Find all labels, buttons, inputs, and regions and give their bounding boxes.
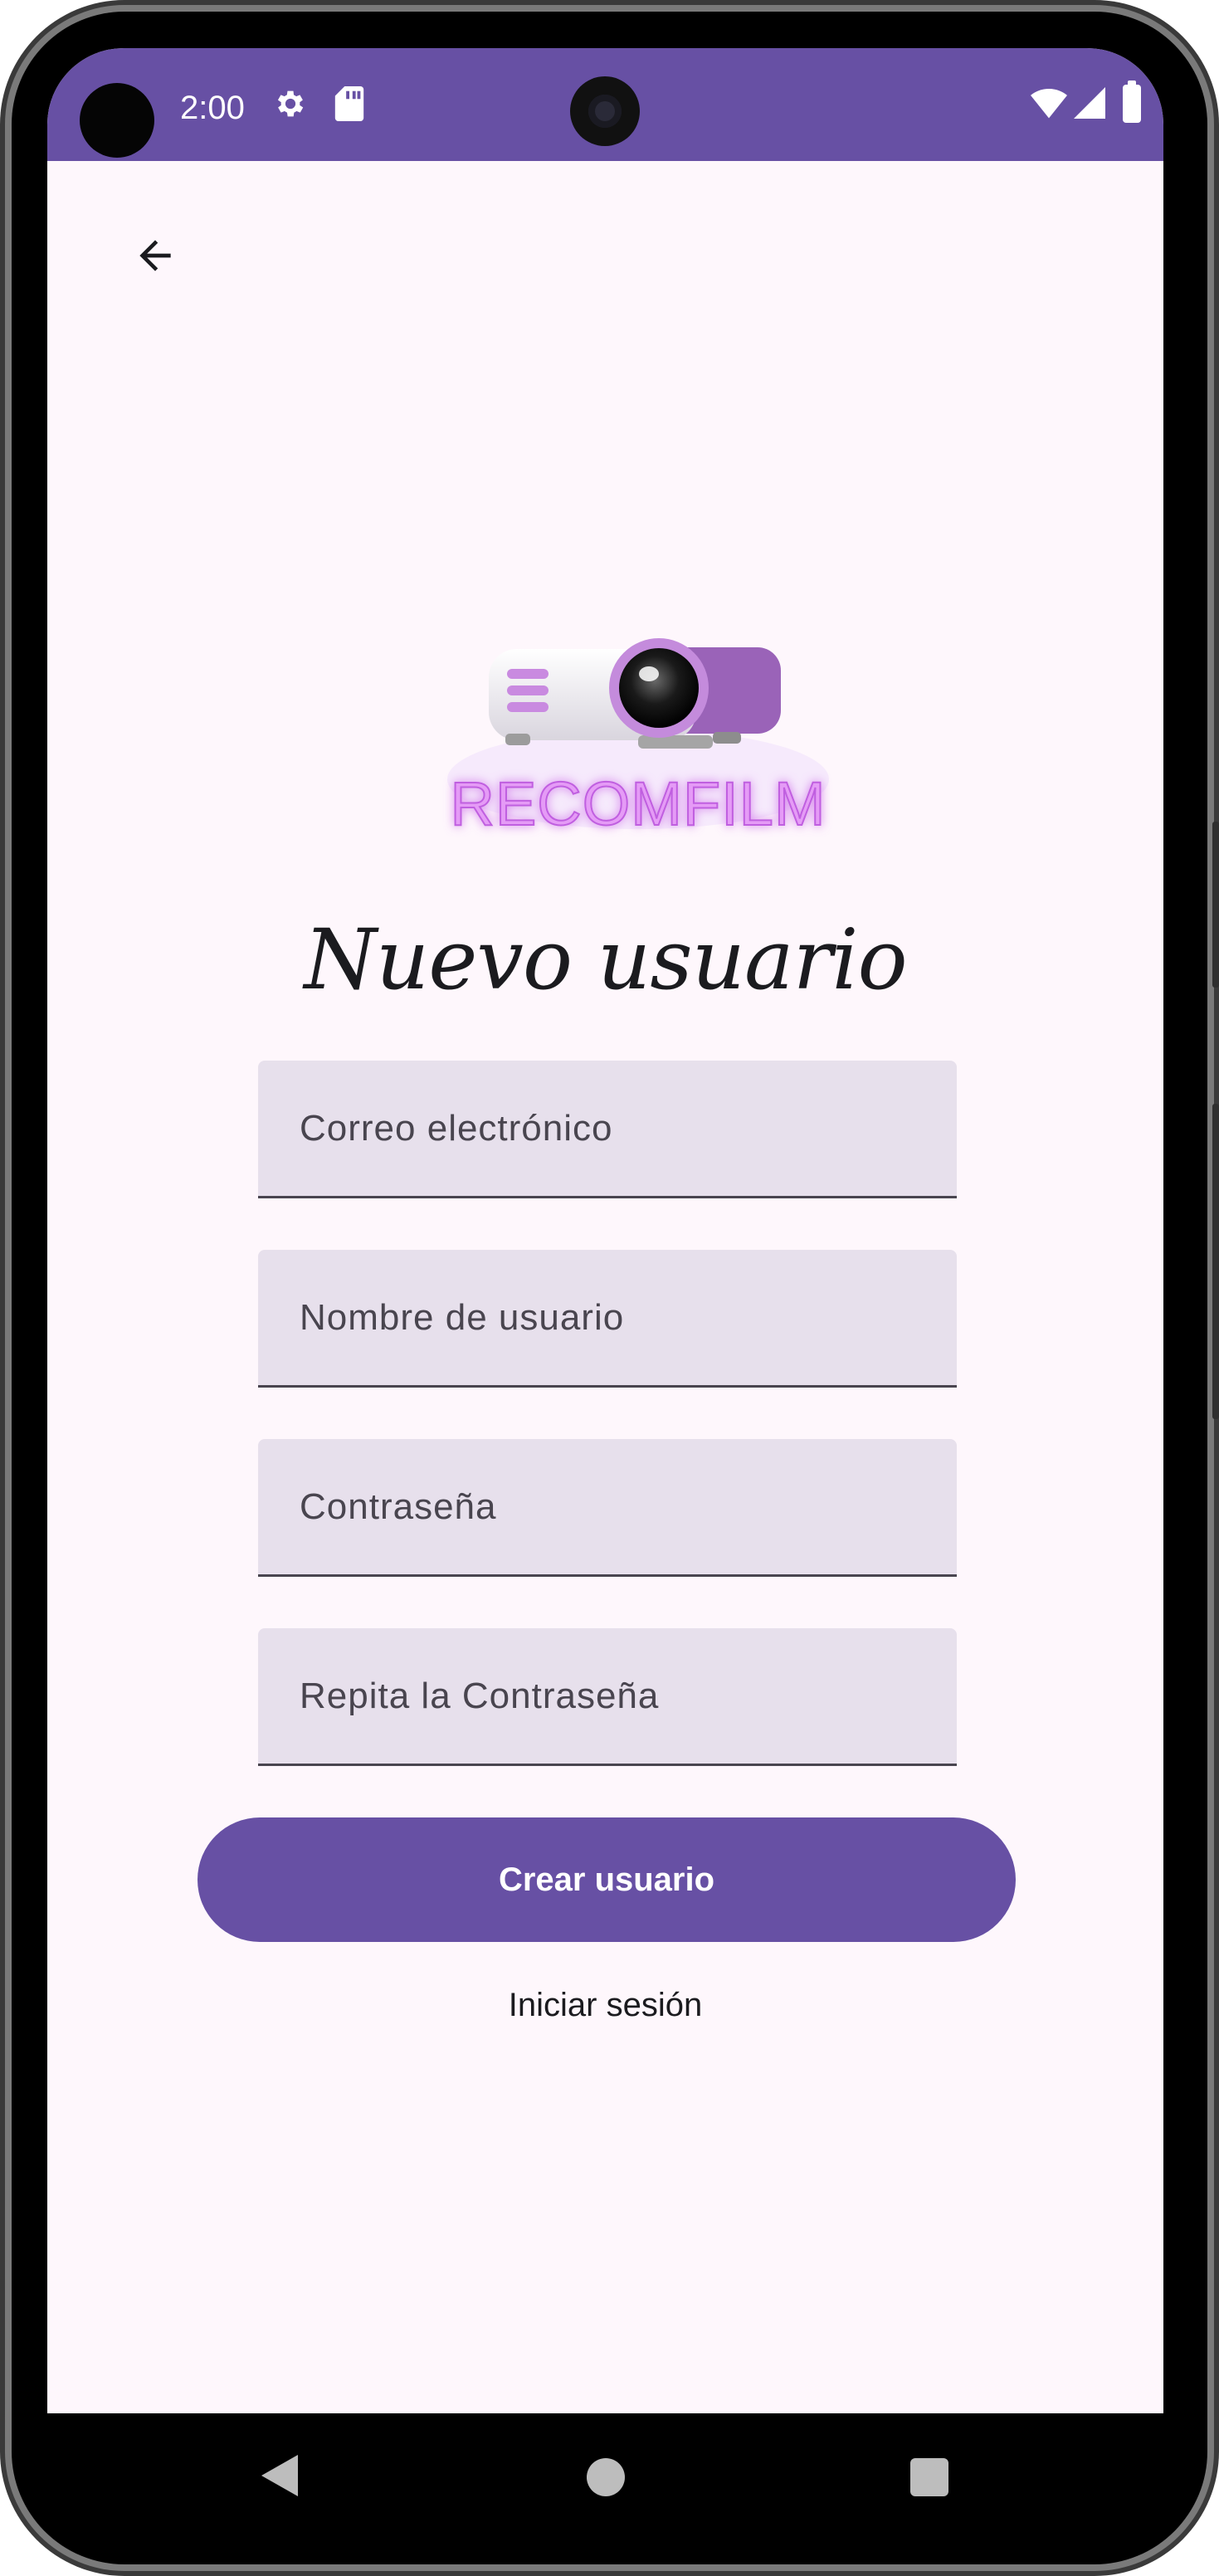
battery-icon — [1123, 80, 1141, 123]
username-input[interactable] — [258, 1250, 957, 1385]
login-link[interactable]: Iniciar sesión — [47, 1987, 1163, 2024]
create-user-button[interactable]: Crear usuario — [197, 1817, 1016, 1942]
nav-recents-icon[interactable] — [910, 2458, 948, 2496]
app-logo: RECOMFILM — [414, 576, 862, 850]
repeat-password-field[interactable] — [258, 1628, 957, 1766]
repeat-password-input[interactable] — [258, 1628, 957, 1764]
app-screen: 2:00 RECOMFILM Nuevo usuario Correo elec… — [47, 48, 1163, 2413]
volume-button — [1212, 822, 1219, 988]
power-button — [1212, 1104, 1219, 1419]
projector-logo: RECOMFILM — [447, 638, 829, 839]
status-time: 2:00 — [180, 90, 245, 126]
arrow-back-icon — [139, 240, 171, 271]
back-button[interactable] — [114, 214, 197, 297]
email-input[interactable] — [258, 1061, 957, 1196]
nav-home-icon[interactable] — [587, 2458, 625, 2496]
wifi-icon — [1031, 89, 1067, 119]
phone-device: 2:00 RECOMFILM Nuevo usuario Correo elec… — [0, 0, 1219, 2576]
page-title: Nuevo usuario — [304, 911, 907, 1008]
signal-icon — [1074, 87, 1105, 119]
system-nav-bar — [47, 2413, 1163, 2530]
settings-icon — [277, 90, 304, 117]
logo-text: RECOMFILM — [451, 769, 826, 838]
nav-back-icon[interactable] — [261, 2455, 298, 2496]
email-field[interactable] — [258, 1061, 957, 1198]
sd-card-icon — [334, 86, 364, 121]
front-camera — [570, 76, 640, 146]
status-bar: 2:00 — [47, 48, 1163, 161]
password-field[interactable] — [258, 1439, 957, 1577]
punch-hole — [80, 83, 154, 158]
password-input[interactable] — [258, 1439, 957, 1574]
username-field[interactable] — [258, 1250, 957, 1388]
